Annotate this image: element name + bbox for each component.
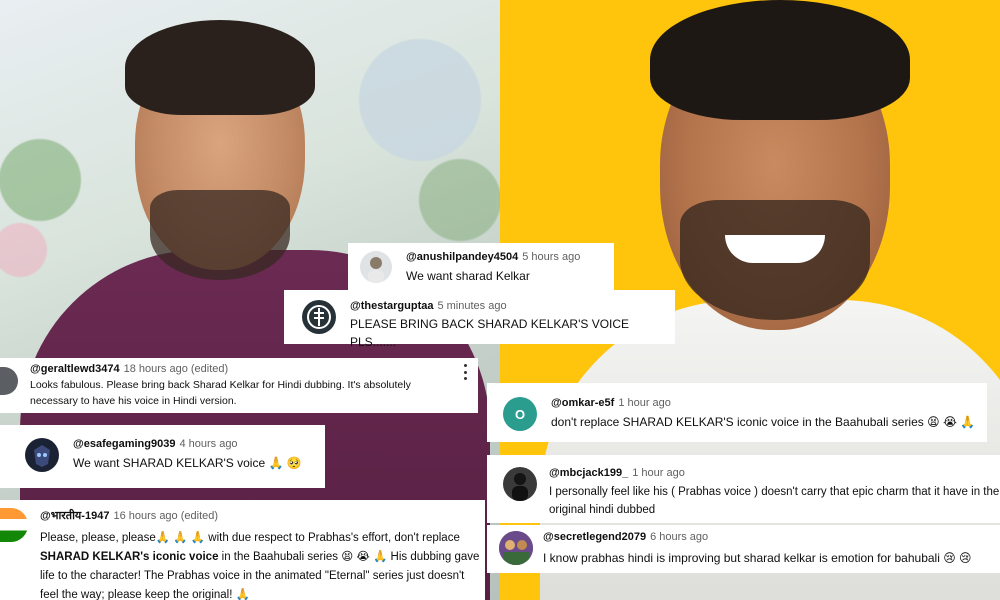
comment-author[interactable]: @secretlegend2079 (543, 531, 646, 543)
comment-card: @भारतीय-1947 16 hours ago (edited) Please… (0, 500, 485, 600)
comment-time[interactable]: 1 hour ago (632, 467, 685, 479)
hair (650, 0, 910, 120)
comment-time[interactable]: 1 hour ago (618, 397, 671, 409)
comment-time[interactable]: 16 hours ago (edited) (113, 510, 218, 522)
gaming-mascot-icon (34, 445, 50, 467)
comment-text-bold: SHARAD KELKAR's iconic voice (40, 550, 219, 563)
comment-card: @anushilpandey4504 5 hours ago We want sh… (348, 243, 614, 290)
comment-text: We want sharad Kelkar (406, 269, 530, 283)
comment-text: don't replace SHARAD KELKAR'S iconic voi… (551, 415, 976, 429)
comment-text: Looks fabulous. Please bring back Sharad… (30, 379, 411, 408)
comment-author[interactable]: @भारतीय-1947 (40, 510, 109, 522)
comment-time[interactable]: 18 hours ago (edited) (124, 363, 229, 375)
group-avatar-icon (499, 531, 533, 565)
comment-card: @secretlegend2079 6 hours ago I know prab… (487, 525, 1000, 573)
beard (150, 190, 290, 280)
comment-card: @esafegaming9039 4 hours ago We want SHAR… (0, 425, 325, 488)
comment-time[interactable]: 5 hours ago (522, 251, 580, 263)
user-avatar[interactable] (25, 438, 59, 472)
comment-author[interactable]: @thestarguptaa (350, 300, 433, 312)
comment-time[interactable]: 5 minutes ago (437, 300, 506, 312)
person-avatar-icon (512, 473, 528, 501)
user-avatar[interactable] (360, 251, 392, 283)
comment-author[interactable]: @geraltlewd3474 (30, 363, 120, 375)
comment-author[interactable]: @anushilpandey4504 (406, 251, 518, 263)
hair (125, 20, 315, 115)
user-avatar[interactable]: O (503, 397, 537, 431)
smile (725, 235, 825, 263)
comment-card: O @omkar-e5f 1 hour ago don't replace SHA… (487, 383, 987, 442)
comment-text: I personally feel like his ( Prabhas voi… (549, 486, 1000, 517)
comment-time[interactable]: 4 hours ago (179, 438, 237, 450)
comment-text: I know prabhas hindi is improving but sh… (543, 551, 972, 565)
comment-time[interactable]: 6 hours ago (650, 531, 708, 543)
comment-author[interactable]: @mbcjack199_ (549, 467, 628, 479)
comment-text: PLEASE BRING BACK SHARAD KELKAR'S VOICE … (350, 317, 630, 349)
india-flag-avatar[interactable] (0, 508, 28, 542)
user-avatar[interactable] (0, 367, 18, 395)
comment-author[interactable]: @omkar-e5f (551, 397, 614, 409)
person-left (95, 20, 335, 310)
person-avatar-icon (368, 257, 384, 283)
user-avatar[interactable] (503, 467, 537, 501)
avatar-letter: O (514, 406, 526, 422)
comment-card: @mbcjack199_ 1 hour ago I personally feel… (487, 455, 1000, 523)
more-actions-icon[interactable] (462, 364, 468, 380)
comment-text: Please, please, please🙏 🙏 🙏 with due res… (40, 529, 485, 600)
comment-card: @thestarguptaa 5 minutes ago PLEASE BRING… (284, 290, 675, 349)
user-avatar[interactable] (302, 300, 336, 334)
comment-author[interactable]: @esafegaming9039 (73, 438, 175, 450)
comment-text-part: Please, please, please🙏 🙏 🙏 with due res… (40, 532, 460, 544)
comment-card: @geraltlewd3474 18 hours ago (edited) Loo… (0, 358, 478, 413)
user-avatar[interactable] (499, 531, 533, 565)
comment-text: We want SHARAD KELKAR'S voice 🙏 🥺 (73, 456, 302, 470)
circuit-logo-icon (307, 305, 331, 329)
